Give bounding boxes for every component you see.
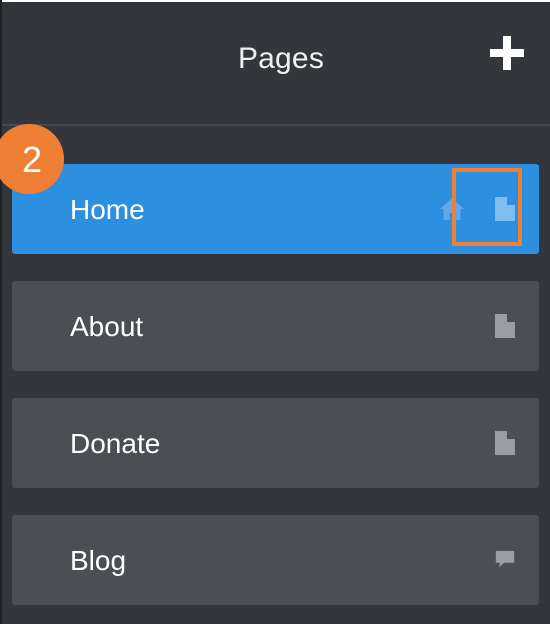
page-title: Pages [237, 42, 325, 75]
page-item-about[interactable]: About [12, 281, 539, 371]
page-icon[interactable] [495, 431, 515, 455]
page-item-label: Donate [70, 428, 161, 459]
highlight-box [452, 168, 522, 246]
page-item-donate[interactable]: Donate [12, 398, 539, 488]
pages-panel: Pages Home About Donate Blog [2, 2, 550, 624]
add-page-button[interactable] [486, 32, 528, 74]
header-divider [2, 124, 550, 126]
page-item-label: About [70, 311, 144, 342]
pages-header: Pages [2, 2, 550, 124]
page-item-label: Home [70, 194, 145, 225]
comment-icon[interactable] [495, 549, 515, 571]
page-icon[interactable] [495, 314, 515, 338]
page-item-label: Blog [70, 545, 127, 576]
page-item-blog[interactable]: Blog [12, 515, 539, 605]
